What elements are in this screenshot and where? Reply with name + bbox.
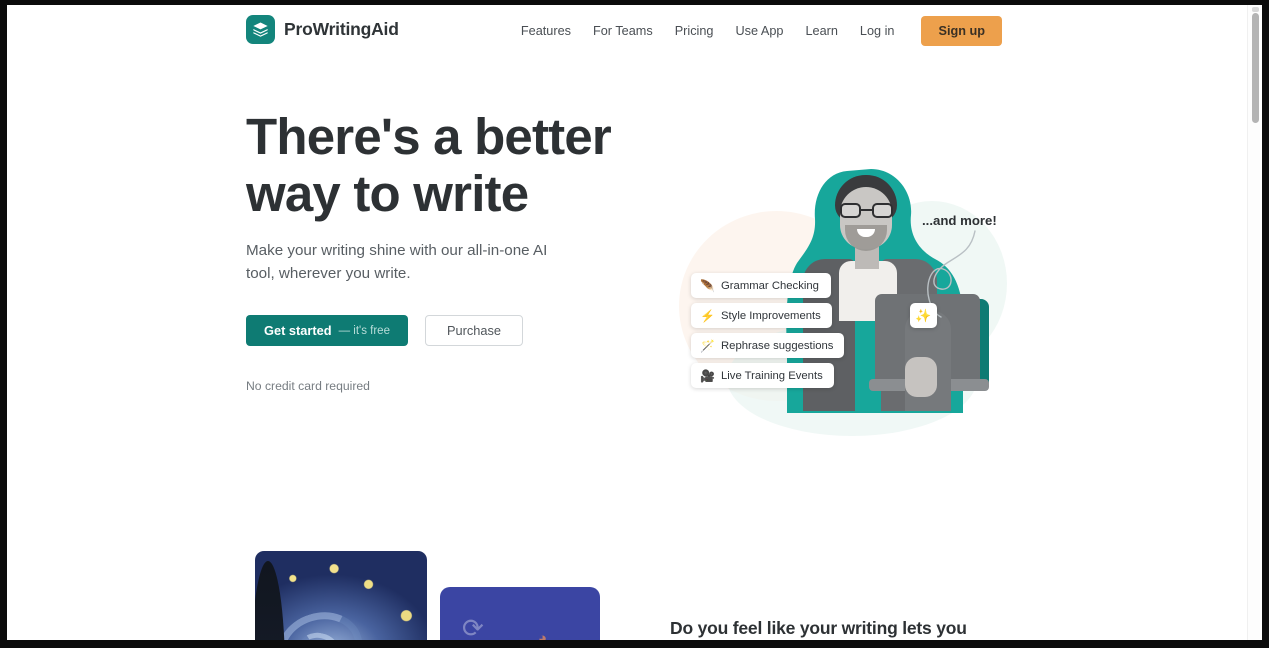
- get-started-button[interactable]: Get started — it's free: [246, 315, 408, 346]
- hero-illustration: 🪶 Grammar Checking ⚡ Style Improvements …: [667, 151, 1027, 451]
- logo-text: ProWritingAid: [284, 19, 399, 39]
- no-credit-card-note: No credit card required: [246, 379, 370, 393]
- logo-home-link[interactable]: ProWritingAid: [246, 15, 399, 44]
- feature-card-grammar-checking[interactable]: 🪶 Grammar Checking: [691, 273, 831, 298]
- feature-card-label: Live Training Events: [721, 369, 823, 382]
- lightning-bolt-icon: ⚡: [700, 308, 715, 323]
- feature-card-rephrase-suggestions[interactable]: 🪄 Rephrase suggestions: [691, 333, 845, 358]
- painting-cypress-tree: [255, 561, 285, 640]
- vertical-scrollbar[interactable]: [1247, 5, 1262, 640]
- writing-lets-you-down-section: ⟳ ◕ ∾ ● ∿ ⟳ @ My ide: [7, 496, 1247, 640]
- feature-card-label: Rephrase suggestions: [721, 339, 834, 352]
- page-viewport: ProWritingAid Features For Teams Pricing…: [7, 5, 1262, 640]
- nav-link-use-app[interactable]: Use App: [724, 18, 794, 44]
- hero-subtitle: Make your writing shine with our all-in-…: [246, 242, 548, 282]
- feature-card-label: Style Improvements: [721, 309, 821, 322]
- section-two-title: Do you feel like your writing lets you d…: [670, 618, 967, 640]
- nav-link-log-in[interactable]: Log in: [849, 18, 906, 44]
- doodle-spiral: ⟳: [462, 613, 484, 640]
- browser-window: ProWritingAid Features For Teams Pricing…: [0, 0, 1269, 648]
- book-pages-icon: [246, 15, 275, 44]
- section-two-copy: Do you feel like your writing lets you d…: [670, 618, 1015, 640]
- scrollbar-cap: [1252, 7, 1259, 12]
- sparkle-icon: ✨: [910, 303, 937, 328]
- hand: [905, 357, 937, 397]
- feather-pen-icon: 🪶: [700, 278, 715, 293]
- hero-section: There's a better way to write Make your …: [7, 56, 1247, 496]
- feature-card-live-training-events[interactable]: 🎥 Live Training Events: [691, 363, 834, 388]
- nav-link-features[interactable]: Features: [510, 18, 582, 44]
- paintings-illustration: ⟳ ◕ ∾ ● ∿ ⟳ @ My ide: [255, 551, 600, 640]
- hero-title: There's a better way to write: [246, 108, 612, 222]
- sign-up-button[interactable]: Sign up: [921, 15, 1002, 46]
- hero-copy: There's a better way to write Make your …: [246, 108, 646, 393]
- doodle-star: ◕: [538, 630, 548, 640]
- hero-cta-row: Get started — it's free Purchase: [246, 315, 646, 346]
- nav-link-for-teams[interactable]: For Teams: [582, 18, 664, 44]
- main-navigation: Features For Teams Pricing Use App Learn…: [510, 5, 1002, 56]
- purchase-button[interactable]: Purchase: [424, 315, 524, 346]
- glasses-icon: [840, 203, 893, 218]
- doodle-curl: ∾: [568, 639, 581, 640]
- magic-wand-icon: 🪄: [700, 338, 715, 353]
- simplified-painting: ⟳ ◕ ∾ ● ∿ ⟳ @: [440, 587, 600, 640]
- nav-link-pricing[interactable]: Pricing: [664, 18, 725, 44]
- get-started-label: Get started: [264, 323, 332, 338]
- feature-card-label: Grammar Checking: [721, 279, 819, 292]
- feature-card-list: 🪶 Grammar Checking ⚡ Style Improvements …: [691, 273, 871, 393]
- video-camera-icon: 🎥: [700, 368, 715, 383]
- starry-night-painting: [255, 551, 427, 640]
- feature-card-style-improvements[interactable]: ⚡ Style Improvements: [691, 303, 832, 328]
- and-more-label: ...and more!: [922, 213, 997, 228]
- page-content: ProWritingAid Features For Teams Pricing…: [7, 5, 1247, 640]
- site-header: ProWritingAid Features For Teams Pricing…: [7, 5, 1247, 56]
- scrollbar-thumb[interactable]: [1252, 13, 1259, 123]
- get-started-note: — it's free: [338, 324, 390, 337]
- nav-link-learn[interactable]: Learn: [794, 18, 848, 44]
